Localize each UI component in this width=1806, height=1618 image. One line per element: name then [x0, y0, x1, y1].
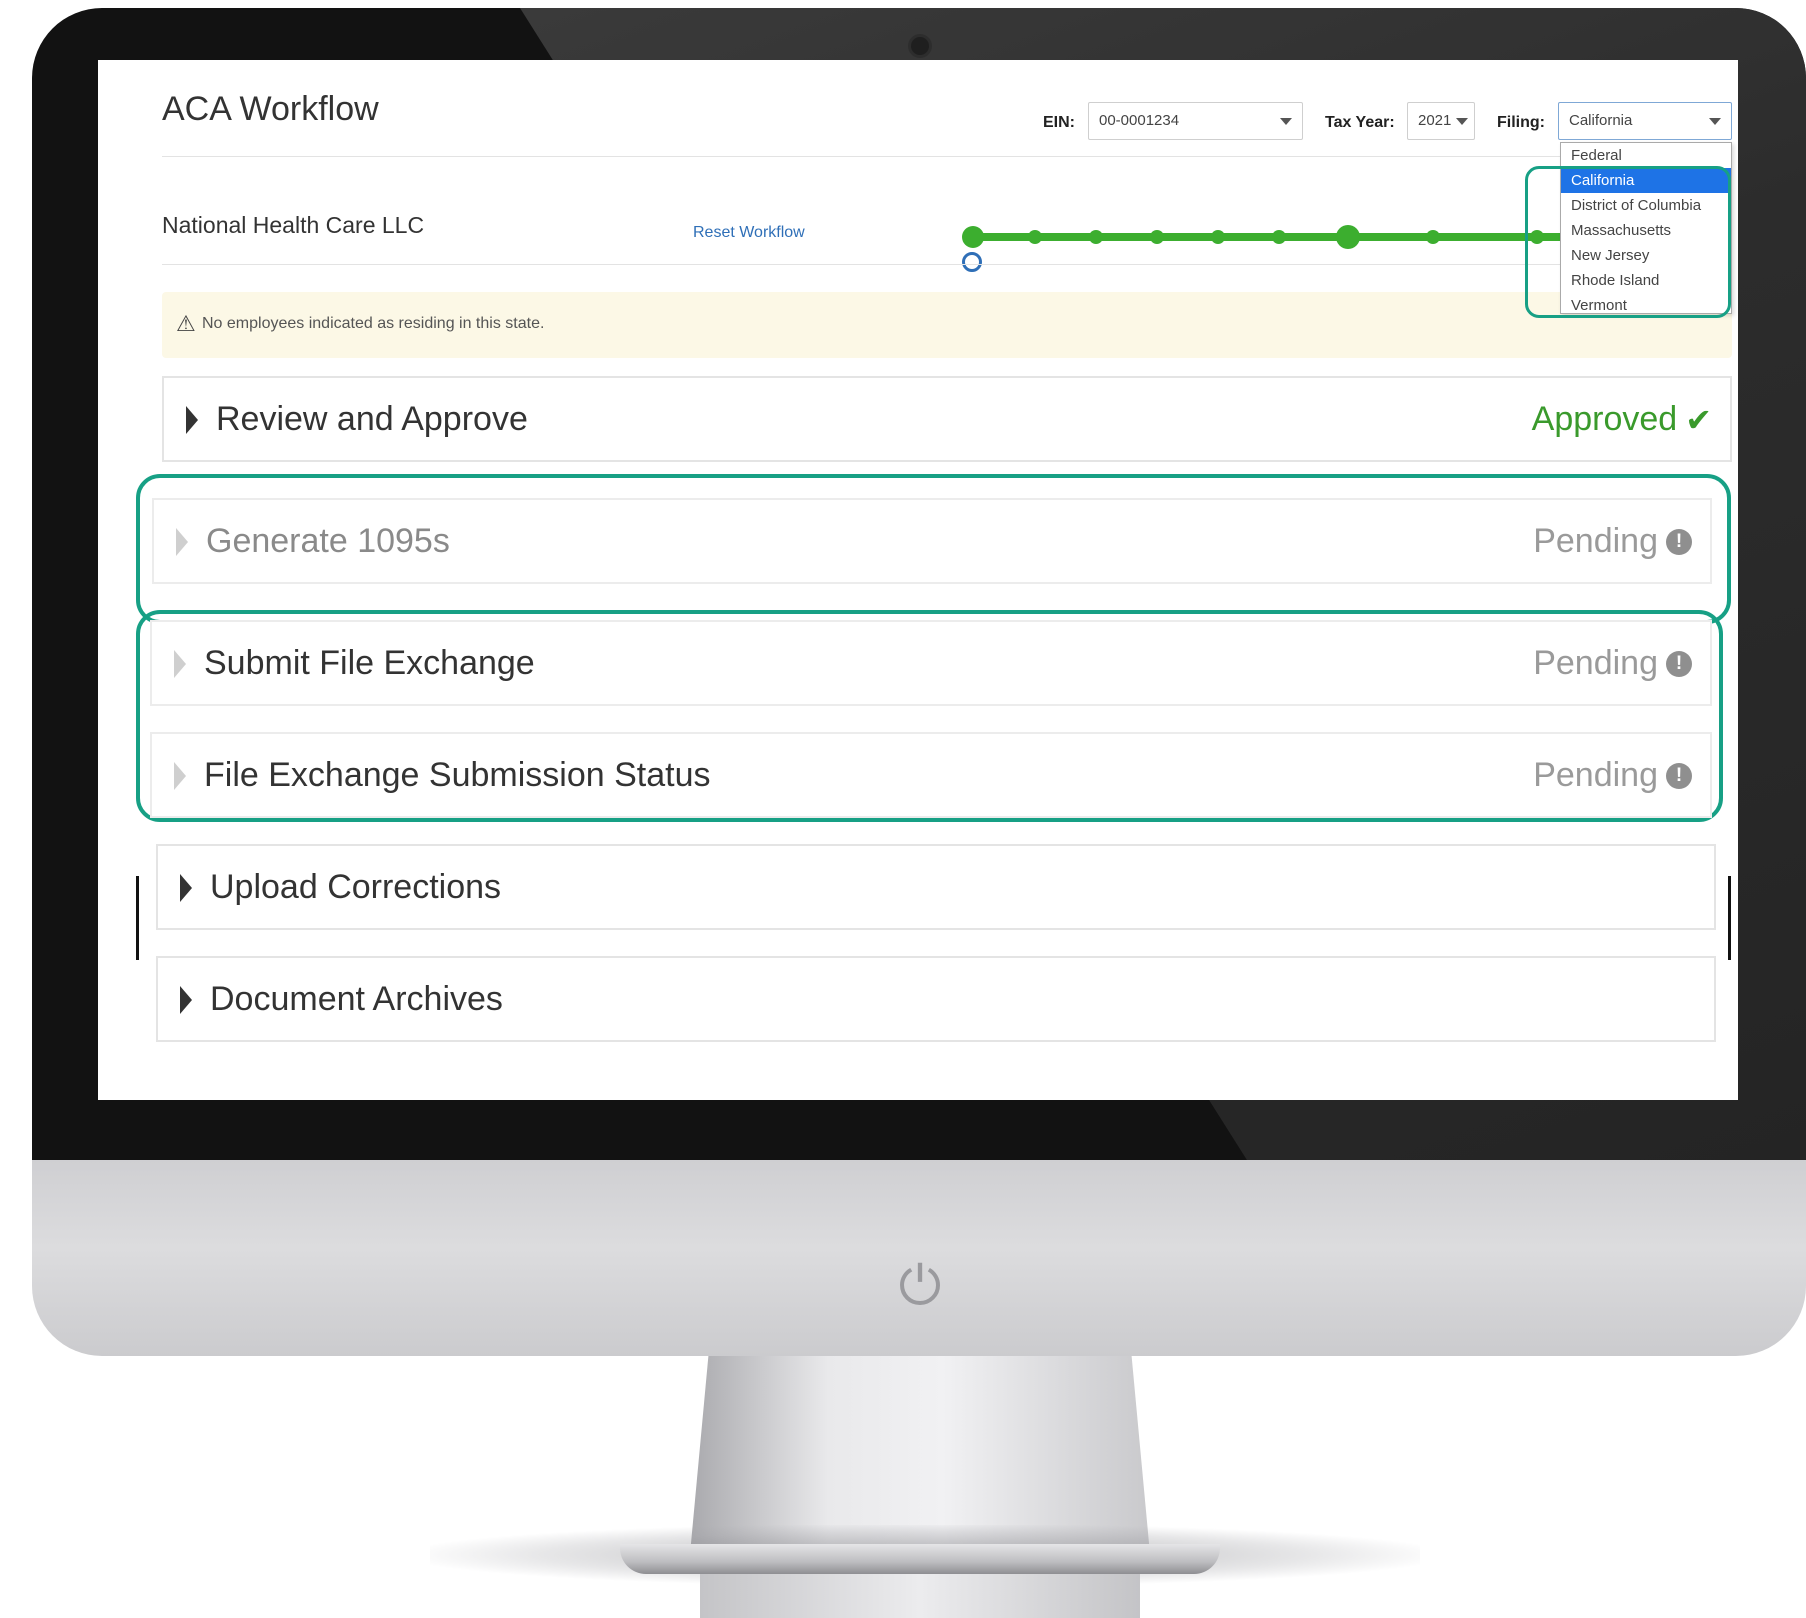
step-label: Review and Approve [216, 400, 528, 438]
side-divider-line [1728, 876, 1731, 960]
progress-step-dot[interactable] [1089, 230, 1103, 244]
caret-right-icon [180, 986, 192, 1014]
filing-option-federal[interactable]: Federal [1561, 143, 1731, 168]
company-name: National Health Care LLC [162, 212, 425, 238]
ein-select[interactable]: 00-0001234 [1088, 102, 1303, 140]
alert-message: No employees indicated as residing in th… [202, 315, 545, 332]
step-submit-file-exchange[interactable]: Submit File Exchange Pending ! [150, 620, 1712, 706]
exclamation-circle-icon: ! [1666, 650, 1692, 677]
caret-right-icon [174, 762, 186, 790]
title-divider [162, 156, 1682, 157]
step-status: Pending ! [1533, 756, 1692, 795]
state-alert: ⚠ No employees indicated as residing in … [162, 292, 1732, 358]
step-file-exchange-submission-status[interactable]: File Exchange Submission Status Pending … [150, 732, 1712, 818]
side-divider-line [136, 876, 139, 960]
power-icon: ⏻ [898, 1256, 942, 1316]
ein-select-value: 00-0001234 [1099, 112, 1180, 129]
step-status: Pending ! [1533, 522, 1692, 561]
tax-year-label: Tax Year: [1325, 114, 1395, 131]
step-review-and-approve[interactable]: Review and Approve Approved ✔ [162, 376, 1732, 462]
filing-select-value: California [1569, 112, 1633, 129]
exclamation-circle-icon: ! [1666, 762, 1692, 789]
monitor-stand-base [620, 1544, 1220, 1574]
step-label: Document Archives [210, 980, 503, 1018]
progress-step-dot[interactable] [1272, 230, 1286, 244]
progress-step-dot[interactable] [1336, 225, 1360, 249]
progress-step-dot[interactable] [1211, 230, 1225, 244]
chevron-down-icon [1456, 118, 1468, 125]
step-status: Pending ! [1533, 644, 1692, 683]
status-text: Pending [1533, 522, 1658, 560]
page-title: ACA Workflow [162, 90, 379, 128]
progress-step-dot[interactable] [1028, 230, 1042, 244]
chevron-down-icon [1280, 118, 1292, 125]
step-label: Upload Corrections [210, 868, 502, 906]
status-text: Pending [1533, 756, 1658, 794]
current-step-marker [962, 252, 982, 272]
camera-icon [908, 34, 932, 58]
step-status: Approved ✔ [1532, 400, 1712, 439]
step-upload-corrections[interactable]: Upload Corrections [156, 844, 1716, 930]
app-screen: ACA Workflow EIN: 00-0001234 Tax Year: 2… [98, 60, 1738, 1100]
caret-right-icon [174, 650, 186, 678]
caret-right-icon [176, 528, 188, 556]
step-label: Generate 1095s [206, 522, 450, 560]
filing-select[interactable]: California [1558, 102, 1732, 140]
step-document-archives[interactable]: Document Archives [156, 956, 1716, 1042]
chevron-down-icon [1709, 118, 1721, 125]
step-label: Submit File Exchange [204, 644, 535, 682]
progress-step-dot[interactable] [1426, 230, 1440, 244]
dropdown-callout-highlight [1525, 166, 1731, 318]
company-divider [162, 264, 1682, 265]
reset-workflow-link[interactable]: Reset Workflow [693, 224, 805, 242]
status-text: Approved [1531, 400, 1678, 438]
check-icon: ✔ [1685, 401, 1712, 438]
progress-step-dot[interactable] [1150, 230, 1164, 244]
tax-year-select[interactable]: 2021 [1407, 102, 1475, 140]
filing-label: Filing: [1497, 114, 1545, 131]
status-text: Pending [1533, 644, 1658, 682]
step-generate-1095s[interactable]: Generate 1095s Pending ! [152, 498, 1712, 584]
caret-right-icon [180, 874, 192, 902]
exclamation-circle-icon: ! [1666, 528, 1692, 555]
tax-year-select-value: 2021 [1418, 112, 1452, 129]
step-label: File Exchange Submission Status [204, 756, 711, 794]
progress-step-dot[interactable] [962, 226, 984, 248]
warning-triangle-icon: ⚠ [176, 311, 196, 336]
caret-right-icon [186, 406, 198, 434]
monitor-stand-foot [700, 1574, 1140, 1618]
ein-label: EIN: [1043, 114, 1075, 131]
